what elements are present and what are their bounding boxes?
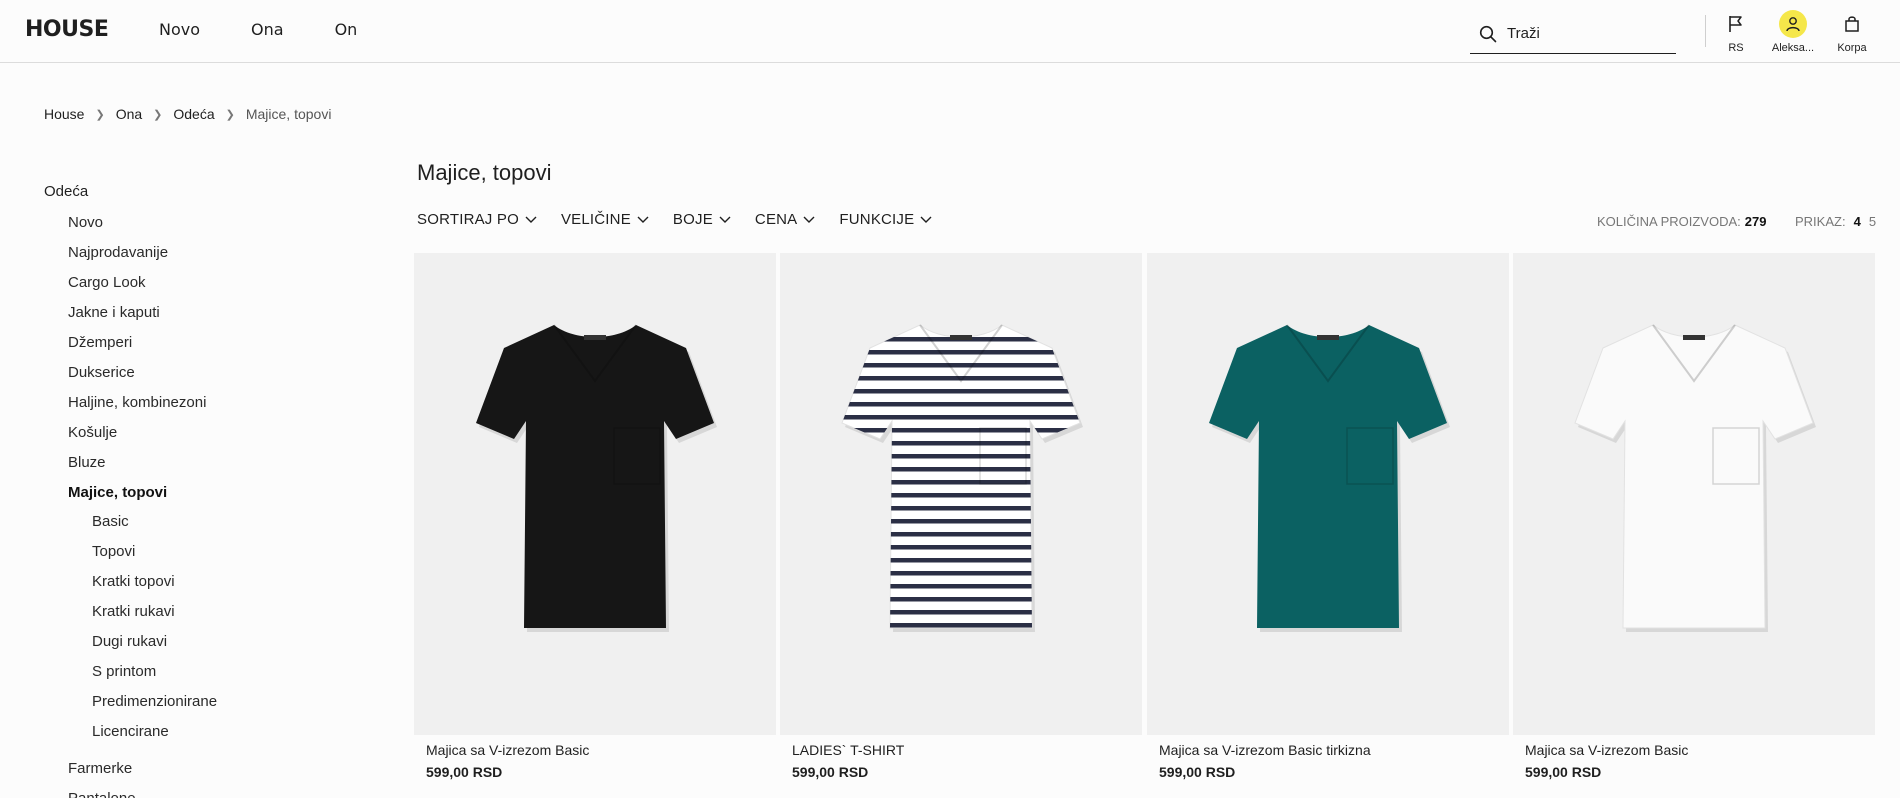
chevron-down-icon	[803, 216, 815, 223]
filter-label: SORTIRAJ PO	[417, 211, 519, 228]
product-name[interactable]: Majica sa V-izrezom Basic tirkizna	[1147, 742, 1509, 758]
view-option-5[interactable]: 5	[1869, 214, 1876, 229]
product-name[interactable]: Majica sa V-izrezom Basic	[414, 742, 776, 758]
sidebar-item-haljine[interactable]: Haljine, kombinezoni	[44, 388, 364, 418]
product-image[interactable]	[1513, 253, 1875, 735]
sidebar-subitem-kratki-rukavi[interactable]: Kratki rukavi	[44, 597, 364, 627]
product-price: 599,00 RSD	[792, 764, 869, 780]
sidebar-subitem-dugi-rukavi[interactable]: Dugi rukavi	[44, 627, 364, 657]
chevron-right-icon: ❯	[225, 108, 235, 121]
filter-sizes[interactable]: VELIČINE	[561, 211, 649, 228]
country-selector-button[interactable]: RS	[1706, 12, 1766, 54]
tshirt-image	[1574, 324, 1816, 632]
sidebar-item-bluze[interactable]: Bluze	[44, 448, 364, 478]
product-price: 599,00 RSD	[1525, 764, 1602, 780]
sidebar-item-najprodavanije[interactable]: Najprodavanije	[44, 238, 364, 268]
sidebar-item-pantalone[interactable]: Pantalone	[44, 784, 364, 798]
category-sidebar: Odeća Novo Najprodavanije Cargo Look Jak…	[44, 183, 364, 798]
sidebar-title[interactable]: Odeća	[44, 183, 364, 200]
sidebar-subitem-s-printom[interactable]: S printom	[44, 657, 364, 687]
product-card[interactable]: LADIES` T-SHIRT 599,00 RSD	[780, 253, 1142, 780]
flag-icon	[1729, 16, 1742, 32]
product-name[interactable]: Majica sa V-izrezom Basic	[1513, 742, 1875, 758]
account-label: Aleksa...	[1771, 42, 1815, 54]
chevron-down-icon	[637, 216, 649, 223]
user-icon	[1786, 17, 1800, 32]
cart-button[interactable]: Korpa	[1822, 12, 1882, 54]
product-count-value: 279	[1744, 214, 1767, 229]
sidebar-item-kosulje[interactable]: Košulje	[44, 418, 364, 448]
tshirt-body	[476, 325, 714, 628]
sidebar-subitem-basic[interactable]: Basic	[44, 508, 364, 537]
view-label: PRIKAZ:	[1795, 214, 1846, 229]
product-image[interactable]	[414, 253, 776, 735]
sidebar-item-cargo-look[interactable]: Cargo Look	[44, 268, 364, 298]
filter-sort[interactable]: SORTIRAJ PO	[417, 211, 537, 228]
filter-label: FUNKCIJE	[839, 211, 915, 228]
product-card[interactable]: Majica sa V-izrezom Basic tirkizna 599,0…	[1147, 253, 1509, 780]
sidebar-subitem-licencirane[interactable]: Licencirane	[44, 717, 364, 747]
nav-item-ona[interactable]: Ona	[251, 20, 284, 39]
account-button[interactable]: Aleksa...	[1763, 10, 1823, 54]
breadcrumb-item-house[interactable]: House	[44, 106, 84, 122]
sidebar-subitem-topovi[interactable]: Topovi	[44, 537, 364, 567]
chevron-down-icon	[920, 216, 932, 223]
sidebar-item-jakne-i-kaputi[interactable]: Jakne i kaputi	[44, 298, 364, 328]
search-icon[interactable]	[1479, 25, 1497, 43]
search-input[interactable]	[1507, 25, 1667, 42]
view-option-4[interactable]: 4	[1854, 214, 1861, 229]
filter-label: VELIČINE	[560, 211, 631, 228]
site-header: HOUSE Novo Ona On RS	[0, 0, 1900, 63]
breadcrumb: House ❯ Ona ❯ Odeća ❯ Majice, topovi	[44, 106, 331, 122]
filter-colors[interactable]: BOJE	[673, 211, 731, 228]
sidebar-item-dzemperi[interactable]: Džemperi	[44, 328, 364, 358]
filter-label: BOJE	[672, 211, 713, 228]
brand-logo[interactable]: HOUSE	[25, 17, 109, 42]
product-grid: Majica sa V-izrezom Basic 599,00 RSD LAD…	[414, 253, 1875, 798]
page-title: Majice, topovi	[417, 160, 552, 185]
sidebar-item-novo[interactable]: Novo	[44, 208, 364, 238]
breadcrumb-current: Majice, topovi	[245, 106, 332, 122]
tshirt-body	[1574, 324, 1814, 629]
product-price: 599,00 RSD	[1159, 764, 1236, 780]
filter-label: CENA	[754, 211, 798, 228]
tshirt-image	[1209, 324, 1450, 632]
tshirt-body	[1209, 325, 1447, 628]
nav-item-novo[interactable]: Novo	[159, 20, 200, 39]
sidebar-item-dukserice[interactable]: Dukserice	[44, 358, 364, 388]
filter-price[interactable]: CENA	[755, 211, 815, 228]
sidebar-subitem-predimenzionirane[interactable]: Predimenzionirane	[44, 687, 364, 717]
product-name[interactable]: LADIES` T-SHIRT	[780, 742, 1142, 758]
cart-label: Korpa	[1837, 42, 1867, 54]
avatar	[1779, 10, 1807, 38]
breadcrumb-item-ona[interactable]: Ona	[116, 106, 142, 122]
main-nav: Novo Ona On	[159, 20, 408, 39]
breadcrumb-item-odeca[interactable]: Odeća	[173, 106, 214, 122]
chevron-right-icon: ❯	[153, 108, 163, 121]
tshirt-image	[476, 324, 717, 632]
search-bar[interactable]	[1470, 14, 1676, 54]
product-count: KOLIČINA PROIZVODA: 279	[1597, 214, 1766, 229]
bag-icon	[1845, 16, 1859, 32]
nav-item-on[interactable]: On	[335, 20, 358, 39]
product-card[interactable]: Majica sa V-izrezom Basic 599,00 RSD	[414, 253, 776, 780]
tshirt-image	[841, 324, 1083, 632]
product-price: 599,00 RSD	[426, 764, 503, 780]
chevron-down-icon	[525, 216, 537, 223]
product-image[interactable]	[1147, 253, 1509, 735]
grid-view-selector: PRIKAZ: 4 5	[1795, 214, 1876, 229]
filter-features[interactable]: FUNKCIJE	[839, 211, 932, 228]
chevron-down-icon	[719, 216, 731, 223]
sidebar-item-farmerke[interactable]: Farmerke	[44, 754, 364, 784]
product-card[interactable]: Majica sa V-izrezom Basic 599,00 RSD	[1513, 253, 1875, 780]
product-image[interactable]	[780, 253, 1142, 735]
country-label: RS	[1728, 42, 1744, 54]
tshirt-body	[841, 324, 1081, 629]
product-count-label: KOLIČINA PROIZVODA:	[1597, 214, 1741, 229]
sidebar-item-majice-topovi[interactable]: Majice, topovi	[44, 478, 364, 508]
sidebar-subitem-kratki-topovi[interactable]: Kratki topovi	[44, 567, 364, 597]
chevron-right-icon: ❯	[95, 108, 105, 121]
filter-bar: SORTIRAJ PO VELIČINE BOJE CENA FUNKCIJE	[417, 211, 956, 228]
